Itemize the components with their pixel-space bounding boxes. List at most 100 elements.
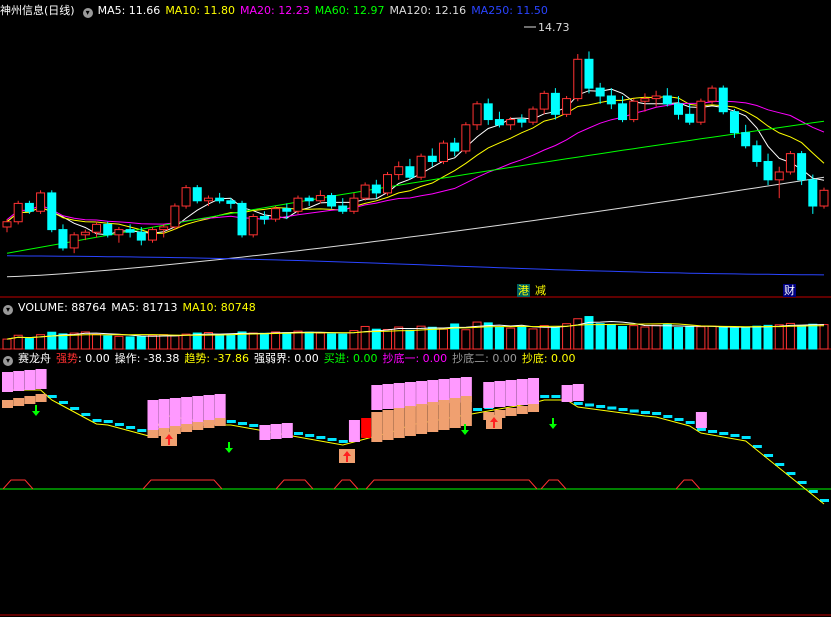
event-marker-finance[interactable]: 财 <box>783 284 796 297</box>
indicator-step <box>103 420 113 423</box>
candle-body <box>427 155 437 162</box>
indicator-tan-block <box>2 400 13 408</box>
indicator-step <box>293 432 303 435</box>
candle-body <box>293 197 303 212</box>
volume-bar <box>349 330 359 350</box>
ind-item-value-1: : -38.38 <box>136 352 180 365</box>
buy-signal-arrow <box>549 418 557 429</box>
candle-body <box>114 229 124 236</box>
indicator-pink-block <box>516 379 528 405</box>
ind-item-value-4: : 0.00 <box>345 352 378 365</box>
indicator-pink-block <box>393 383 405 408</box>
candle-body <box>416 155 426 178</box>
indicator-pink-block <box>572 384 584 401</box>
volume-settings-icon[interactable]: ▾ <box>3 305 13 315</box>
indicator-pink-block <box>382 384 394 409</box>
candle-body <box>248 216 258 236</box>
ma-item-1: MA10: 11.80 <box>165 4 236 17</box>
ind-item-label-0: 强势 <box>56 352 78 365</box>
event-marker-hk[interactable]: 港 <box>517 284 530 297</box>
candle-body <box>327 195 337 207</box>
indicator-step <box>338 440 348 443</box>
indicator-step <box>652 412 662 415</box>
candle-body <box>80 231 90 236</box>
ind-item-4: 买进: 0.00 <box>324 352 378 365</box>
candle-body <box>640 98 650 102</box>
indicator-step <box>81 413 91 416</box>
indicator-step <box>327 438 337 441</box>
indicator-step <box>741 436 751 439</box>
volume-bar <box>506 327 516 350</box>
volume-bar <box>2 338 12 350</box>
stock-name: 神州信息(日线) <box>0 4 75 17</box>
volume-bar <box>606 324 616 350</box>
indicator-step <box>126 426 136 429</box>
ind-item-3: 强弱界: 0.00 <box>254 352 319 365</box>
indicator-header: ▾ 赛龙舟 强势: 0.00 操作: -38.38 趋势: -37.86 强弱界: 0.0… <box>0 351 586 367</box>
high-price-label: 14.73 <box>538 21 570 34</box>
volume-bar <box>550 327 560 350</box>
volume-bar <box>808 323 818 350</box>
indicator-step <box>618 408 628 411</box>
indicator-tan-block <box>505 408 517 416</box>
candle-body <box>785 153 795 173</box>
indicator-tan-block <box>147 430 159 438</box>
volume-bar <box>315 332 325 350</box>
volume-bar <box>528 328 538 350</box>
candle-body <box>92 223 102 233</box>
indicator-tan-block <box>438 400 450 430</box>
candle-body <box>36 192 46 212</box>
volume-bar <box>304 331 314 350</box>
candle-body <box>494 119 504 126</box>
candle-body <box>215 197 225 202</box>
indicator-step <box>629 409 639 413</box>
candle-body <box>125 229 135 233</box>
indicator-pink-block <box>2 372 13 392</box>
indicator-tan-block <box>35 394 47 402</box>
indicator-arch-0 <box>2 479 34 490</box>
candle-body <box>718 87 728 113</box>
indicator-pink-block <box>13 371 25 391</box>
indicator-step <box>305 434 315 437</box>
main-chart-settings-icon[interactable]: ▾ <box>82 8 93 18</box>
candle-body <box>618 103 628 121</box>
indicator-tan-block <box>24 396 36 404</box>
volume-bar <box>797 325 807 350</box>
volume-bar <box>517 325 527 350</box>
ind-item-7: 抄底: 0.00 <box>522 352 576 365</box>
volume-bar <box>282 332 292 350</box>
ind-item-label-2: 趋势 <box>184 352 207 365</box>
ind-item-label-4: 买进 <box>323 352 346 365</box>
volume-bar <box>371 328 381 350</box>
indicator-settings-icon[interactable]: ▾ <box>3 356 13 366</box>
ind-item-label-3: 强弱界 <box>254 352 288 365</box>
indicator-pink-block <box>483 382 495 408</box>
indicator-pink-block <box>270 424 282 439</box>
indicator-step <box>226 420 236 423</box>
candle-body <box>461 124 471 152</box>
ma-item-4: MA120: 12.16 <box>389 4 467 17</box>
candle-body <box>47 192 57 231</box>
ind-item-0: 强势: 0.00 <box>56 352 110 365</box>
candle-body <box>103 223 113 236</box>
indicator-arch-2 <box>275 479 314 490</box>
volume-bar <box>562 323 572 350</box>
ind-item-label-7: 抄底 <box>521 352 544 365</box>
vol-item-0: VOLUME: 88764 <box>18 301 107 314</box>
volume-bar <box>405 329 415 350</box>
indicator-tan-block <box>371 412 383 442</box>
ind-item-value-0: : 0.00 <box>78 352 110 365</box>
ind-item-5: 抄底一: 0.00 <box>382 352 447 365</box>
indicator-step <box>685 421 695 424</box>
volume-bar <box>640 326 650 350</box>
indicator-name: 赛龙舟 <box>18 352 51 365</box>
event-marker-reduce[interactable]: 减 <box>534 284 547 297</box>
indicator-step <box>730 434 740 437</box>
volume-bar <box>114 335 124 350</box>
volume-bar <box>125 336 135 350</box>
indicator-step <box>238 422 248 425</box>
indicator-pink-block <box>259 425 271 440</box>
indicator-step <box>663 415 673 418</box>
volume-bar <box>248 332 258 350</box>
indicator-pink-block <box>181 397 193 427</box>
